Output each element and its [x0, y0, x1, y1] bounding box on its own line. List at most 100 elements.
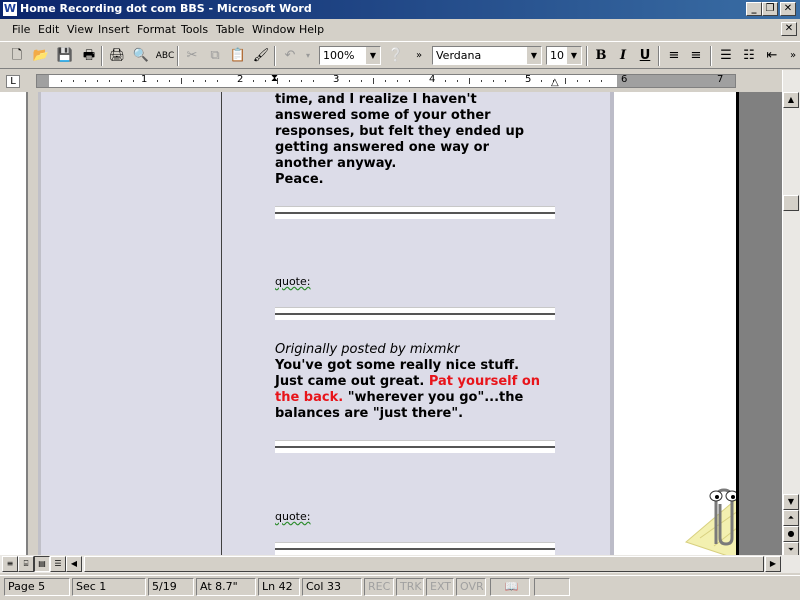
- format-painter-icon[interactable]: 🖌: [251, 46, 271, 66]
- ruler-mark: 5: [525, 74, 532, 85]
- quote-text: "wherever you go"...the: [343, 390, 524, 405]
- toolbar-overflow-icon[interactable]: »: [783, 46, 800, 66]
- scroll-left-button[interactable]: ◀: [66, 556, 82, 572]
- horizontal-rule: [275, 307, 555, 320]
- undo-icon[interactable]: ↶: [280, 46, 300, 66]
- print-preview-icon[interactable]: 🔍: [131, 46, 151, 66]
- scroll-thumb[interactable]: [783, 195, 799, 211]
- menu-bar: File Edit View Insert Format Tools Table…: [0, 20, 800, 41]
- status-page-count: 5/19: [148, 578, 194, 596]
- ruler-mark: 1: [141, 74, 148, 85]
- print-layout-view-button[interactable]: ▤: [34, 556, 50, 572]
- copy-icon[interactable]: ⧉: [205, 46, 225, 66]
- horizontal-rule: [275, 206, 555, 219]
- bulleted-list-icon[interactable]: ☷: [739, 46, 759, 66]
- previous-page-button[interactable]: ⏶: [783, 510, 799, 526]
- new-document-icon[interactable]: 🗋: [7, 46, 27, 66]
- chevron-down-icon[interactable]: ▼: [526, 47, 541, 64]
- restore-button[interactable]: ❐: [762, 2, 778, 16]
- chevron-down-icon[interactable]: ▼: [566, 47, 581, 64]
- title-bar: W Home Recording dot com BBS - Microsoft…: [0, 0, 800, 19]
- print-icon[interactable]: 🖨: [107, 46, 127, 66]
- zoom-select[interactable]: 100% ▼: [319, 46, 381, 65]
- spelling-status-icon[interactable]: 📖: [490, 578, 530, 596]
- bold-button[interactable]: B: [591, 46, 611, 66]
- menu-edit[interactable]: Edit: [38, 23, 59, 36]
- status-bar: Page 5 Sec 1 5/19 At 8.7" Ln 42 Col 33 R…: [0, 575, 800, 600]
- menu-view[interactable]: View: [67, 23, 93, 36]
- status-rec[interactable]: REC: [364, 578, 394, 596]
- cut-icon[interactable]: ✂: [182, 46, 202, 66]
- status-ext[interactable]: EXT: [426, 578, 454, 596]
- menu-insert[interactable]: Insert: [98, 23, 130, 36]
- font-select[interactable]: Verdana ▼: [432, 46, 542, 65]
- paragraph-line: getting answered one way or: [275, 140, 489, 155]
- horizontal-scroll-thumb[interactable]: [84, 556, 764, 572]
- word-app-icon[interactable]: W: [3, 2, 17, 16]
- web-layout-view-button[interactable]: ⌸: [18, 556, 34, 572]
- toolbar-separator: [586, 46, 588, 66]
- document-close-button[interactable]: ✕: [781, 22, 797, 36]
- permission-icon[interactable]: 🖶: [79, 46, 99, 66]
- browse-object-button[interactable]: ●: [783, 526, 799, 542]
- ruler: L 1 2 3 4 5 6 7 ⧗ △: [0, 70, 800, 92]
- menu-tools[interactable]: Tools: [181, 23, 208, 36]
- italic-button[interactable]: I: [613, 46, 633, 66]
- quote-highlight: Pat yourself on: [428, 374, 541, 389]
- undo-dropdown-icon[interactable]: ▾: [298, 46, 318, 66]
- menu-file[interactable]: File: [12, 23, 30, 36]
- document-page[interactable]: time, and I realize I haven't answered s…: [38, 92, 610, 555]
- quote-label: quote:: [275, 275, 311, 288]
- vertical-scrollbar[interactable]: ▲ ▼ ⏶ ● ⏷: [782, 70, 800, 558]
- underline-button[interactable]: U: [635, 46, 655, 66]
- chevron-down-icon[interactable]: ▼: [365, 47, 380, 64]
- ruler-mark: 7: [717, 74, 724, 85]
- align-center-icon[interactable]: ≡: [686, 46, 706, 66]
- spelling-icon[interactable]: ABC: [155, 46, 175, 66]
- horizontal-rule: [275, 542, 555, 555]
- scroll-right-button[interactable]: ▶: [765, 556, 781, 572]
- save-icon[interactable]: 💾: [55, 46, 75, 66]
- decrease-indent-icon[interactable]: ⇤: [762, 46, 782, 66]
- workspace-background: [736, 92, 782, 555]
- status-ovr[interactable]: OVR: [456, 578, 486, 596]
- quote-line: balances are "just there".: [275, 406, 464, 421]
- paragraph-line: time, and I realize I haven't: [275, 92, 477, 107]
- paste-icon[interactable]: 📋: [228, 46, 248, 66]
- menu-format[interactable]: Format: [137, 23, 176, 36]
- quote-line: Just came out great. Pat yourself on: [275, 374, 540, 390]
- scroll-up-button[interactable]: ▲: [783, 92, 799, 108]
- toolbar-overflow-icon[interactable]: »: [409, 46, 429, 66]
- paragraph-line: another anyway.: [275, 156, 397, 171]
- outline-view-button[interactable]: ☰: [50, 556, 66, 572]
- paragraph-line: answered some of your other: [275, 108, 491, 123]
- tab-selector[interactable]: L: [6, 75, 20, 88]
- normal-view-button[interactable]: ≡: [2, 556, 18, 572]
- first-line-indent-marker[interactable]: ⧗: [271, 73, 278, 84]
- align-left-icon[interactable]: ≡: [664, 46, 684, 66]
- menu-table[interactable]: Table: [216, 23, 244, 36]
- window-title: Home Recording dot com BBS - Microsoft W…: [20, 2, 312, 15]
- help-icon[interactable]: ❔: [386, 46, 406, 66]
- minimize-button[interactable]: _: [746, 2, 762, 16]
- status-trk[interactable]: TRK: [396, 578, 424, 596]
- left-margin: [0, 92, 28, 555]
- close-button[interactable]: ✕: [780, 2, 796, 16]
- ruler-strip[interactable]: 1 2 3 4 5 6 7 ⧗ △: [36, 73, 736, 88]
- menu-window[interactable]: Window: [252, 23, 295, 36]
- numbered-list-icon[interactable]: ☰: [716, 46, 736, 66]
- status-column: Col 33: [302, 578, 362, 596]
- scroll-down-button[interactable]: ▼: [783, 494, 799, 510]
- quote-label: quote:: [275, 510, 311, 523]
- toolbar-separator: [101, 46, 103, 66]
- status-blank: [534, 578, 570, 596]
- menu-help[interactable]: Help: [299, 23, 324, 36]
- open-folder-icon[interactable]: 📂: [31, 46, 51, 66]
- right-indent-marker[interactable]: △: [551, 77, 559, 88]
- toolbar-separator: [710, 46, 712, 66]
- quote-highlight: the back.: [275, 390, 344, 405]
- horizontal-scrollbar[interactable]: ≡ ⌸ ▤ ☰ ◀ ▶: [0, 555, 800, 573]
- font-size-select[interactable]: 10 ▼: [546, 46, 582, 65]
- status-page[interactable]: Page 5: [4, 578, 70, 596]
- toolbar: 🗋 📂 💾 🖶 🖨 🔍 ABC ✂ ⧉ 📋 🖌 ↶ ▾ 100% ▼ ❔ » V…: [0, 41, 800, 69]
